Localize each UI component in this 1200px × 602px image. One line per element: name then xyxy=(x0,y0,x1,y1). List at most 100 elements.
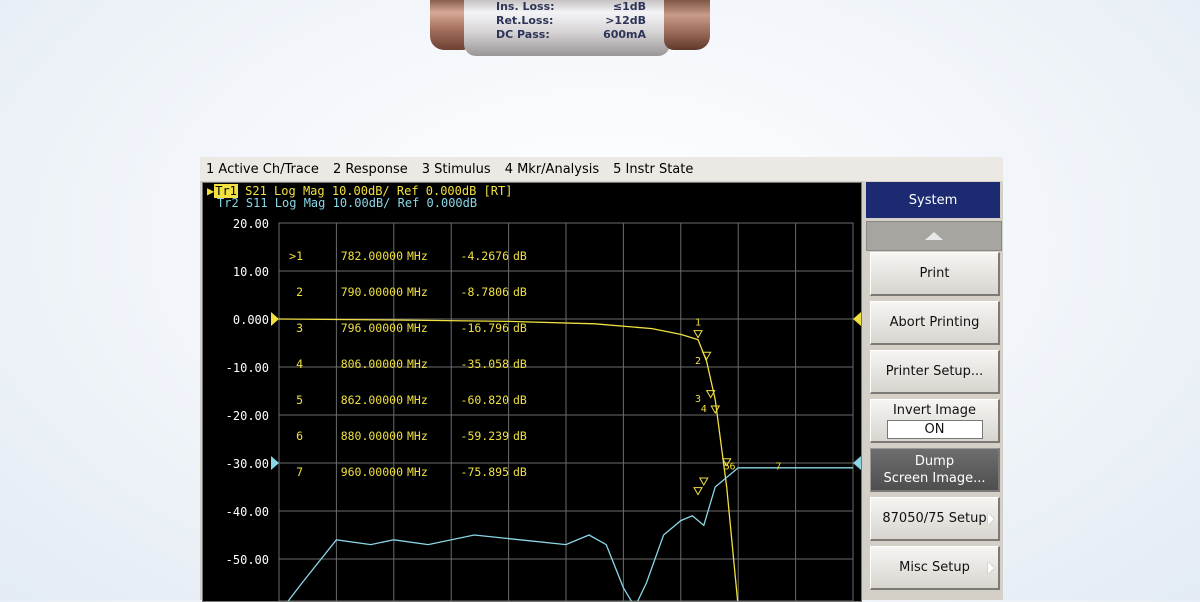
y-tick-label: -30.00 xyxy=(225,457,269,471)
label-name: DC Pass: xyxy=(496,28,550,41)
button-label: Dump xyxy=(914,453,955,469)
label-name: Ins. Loss: xyxy=(496,0,555,13)
marker-glyph xyxy=(698,477,709,487)
reference-level-arrow xyxy=(853,312,861,326)
button-label: 87050/75 Setup xyxy=(882,511,987,526)
setup-87050-75-button[interactable]: 87050/75 Setup xyxy=(870,497,1000,541)
label-name: Ret.Loss: xyxy=(496,14,554,27)
up-arrow-icon xyxy=(925,232,943,240)
label-value: 600mA xyxy=(603,28,646,41)
device-label: Ins. Loss: ≤1dB Ret.Loss: >12dB DC Pass: 60… xyxy=(496,0,696,42)
menu-mkr-analysis[interactable]: 4 Mkr/Analysis xyxy=(499,162,607,177)
marker-value: -60.820 xyxy=(460,393,509,407)
marker-id: 3 xyxy=(296,321,303,335)
y-tick-label: -40.00 xyxy=(225,505,269,519)
softkey-panel: System Print Abort Printing Printer Setu… xyxy=(864,182,1003,600)
y-tick-label: -50.00 xyxy=(225,553,269,567)
marker-glyph xyxy=(693,487,703,496)
marker-glyph-label: 6 xyxy=(729,461,735,472)
y-tick-label: 20.00 xyxy=(232,217,269,231)
button-label-line2: Screen Image... xyxy=(883,470,986,486)
reference-level-arrow xyxy=(271,456,279,470)
marker-unit: MHz xyxy=(407,357,428,371)
marker-glyph-label: 1 xyxy=(695,317,701,328)
marker-row: 4 806.00000 MHz -35.058 dB xyxy=(283,358,533,370)
marker-glyph-label: 4 xyxy=(701,404,707,415)
marker-id: 6 xyxy=(296,429,303,443)
marker-freq: 862.00000 xyxy=(340,393,403,407)
marker-row: 3 796.00000 MHz -16.796 dB xyxy=(283,322,533,334)
marker-freq: 790.00000 xyxy=(340,285,403,299)
measurement-screen[interactable]: 1234567 ▶Tr1 S21 Log Mag 10.00dB/ Ref 0.… xyxy=(202,182,862,602)
menu-bar: 1 Active Ch/Trace 2 Response 3 Stimulus … xyxy=(200,157,1003,181)
marker-db: dB xyxy=(513,429,527,443)
marker-row: 5 862.00000 MHz -60.820 dB xyxy=(283,394,533,406)
marker-freq: 796.00000 xyxy=(340,321,403,335)
label-value: >12dB xyxy=(605,14,646,27)
marker-row: >1 782.00000 MHz -4.2676 dB xyxy=(283,250,533,262)
marker-id: 4 xyxy=(296,357,303,371)
analyzer-window: 1 Active Ch/Trace 2 Response 3 Stimulus … xyxy=(200,157,1003,602)
trace2-header: Tr2 S11 Log Mag 10.00dB/ Ref 0.000dB xyxy=(217,196,478,210)
marker-glyph-label: 2 xyxy=(695,356,701,367)
marker-glyph xyxy=(710,405,721,415)
button-label: Abort Printing xyxy=(889,315,980,330)
invert-image-state: ON xyxy=(886,420,983,439)
marker-freq: 960.00000 xyxy=(340,465,403,479)
marker-db: dB xyxy=(513,393,527,407)
print-button[interactable]: Print xyxy=(870,252,1000,296)
marker-value: -16.796 xyxy=(460,321,509,335)
menu-response[interactable]: 2 Response xyxy=(327,162,416,177)
marker-value: -75.895 xyxy=(460,465,509,479)
button-label: Print xyxy=(919,266,950,281)
panel-title: System xyxy=(866,182,1000,218)
reference-level-arrow xyxy=(271,312,279,326)
product-photo: Ins. Loss: ≤1dB Ret.Loss: >12dB DC Pass: 60… xyxy=(420,0,720,62)
y-tick-label: 0.000 xyxy=(232,313,269,327)
marker-db: dB xyxy=(513,285,527,299)
marker-value: -59.239 xyxy=(460,429,509,443)
marker-table: >1 782.00000 MHz -4.2676 dB 2 790.00000 MHz -8.… xyxy=(283,226,533,502)
marker-freq: 880.00000 xyxy=(340,429,403,443)
marker-unit: MHz xyxy=(407,249,428,263)
y-tick-label: -10.00 xyxy=(225,361,269,375)
menu-stimulus[interactable]: 3 Stimulus xyxy=(416,162,499,177)
label-value: ≤1dB xyxy=(612,0,646,13)
marker-db: dB xyxy=(513,321,527,335)
reference-level-arrow xyxy=(853,456,861,470)
marker-freq: 806.00000 xyxy=(340,357,403,371)
marker-unit: MHz xyxy=(407,429,428,443)
button-label: Printer Setup... xyxy=(885,364,984,379)
marker-id: >1 xyxy=(289,249,303,263)
marker-unit: MHz xyxy=(407,285,428,299)
marker-row: 7 960.00000 MHz -75.895 dB xyxy=(283,466,533,478)
marker-unit: MHz xyxy=(407,393,428,407)
y-tick-label: -20.00 xyxy=(225,409,269,423)
y-tick-label: 10.00 xyxy=(232,265,269,279)
marker-db: dB xyxy=(513,465,527,479)
menu-active-ch-trace[interactable]: 1 Active Ch/Trace xyxy=(200,162,327,177)
scroll-up-button[interactable] xyxy=(866,221,1002,251)
button-label: Invert Image xyxy=(892,403,977,418)
marker-id: 5 xyxy=(296,393,303,407)
marker-value: -8.7806 xyxy=(460,285,509,299)
marker-row: 2 790.00000 MHz -8.7806 dB xyxy=(283,286,533,298)
invert-image-button[interactable]: Invert Image ON xyxy=(870,399,1000,443)
misc-setup-button[interactable]: Misc Setup xyxy=(870,546,1000,590)
marker-value: -4.2676 xyxy=(460,249,509,263)
abort-printing-button[interactable]: Abort Printing xyxy=(870,301,1000,345)
printer-setup-button[interactable]: Printer Setup... xyxy=(870,350,1000,394)
marker-id: 7 xyxy=(296,465,303,479)
marker-freq: 782.00000 xyxy=(340,249,403,263)
marker-unit: MHz xyxy=(407,465,428,479)
marker-glyph-label: 7 xyxy=(775,461,781,472)
marker-row: 6 880.00000 MHz -59.239 dB xyxy=(283,430,533,442)
submenu-arrow-icon xyxy=(988,512,994,525)
marker-db: dB xyxy=(513,249,527,263)
marker-id: 2 xyxy=(296,285,303,299)
marker-unit: MHz xyxy=(407,321,428,335)
marker-db: dB xyxy=(513,357,527,371)
button-label: Misc Setup xyxy=(899,560,970,575)
dump-screen-image-button[interactable]: Dump Screen Image... xyxy=(870,448,1000,492)
menu-instr-state[interactable]: 5 Instr State xyxy=(607,162,701,177)
